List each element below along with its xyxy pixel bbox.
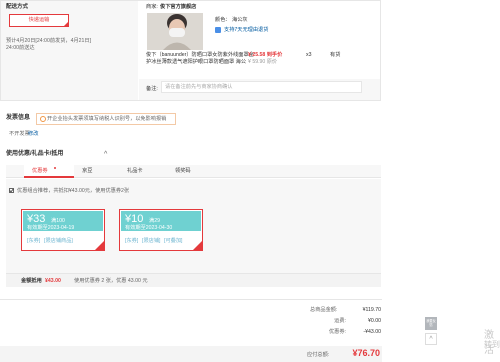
remark-input[interactable]: 请在备注前先与商家协商确认 — [161, 81, 362, 93]
coupon-card-2-tag-3: [可叠加] — [164, 238, 183, 244]
coupon-summary-amount: ¥43.00 — [45, 278, 61, 284]
total-row-3-value: -¥43.00 — [363, 329, 381, 335]
total-row-2-value: ¥0.00 — [368, 318, 381, 324]
express-delivery-button[interactable]: 快递运输 — [9, 14, 69, 27]
feedback-button[interactable]: 我要反馈 — [425, 317, 437, 330]
express-delivery-label: 快递运输 — [28, 17, 50, 23]
coupon-card-2-tag-2: [限店铺] — [142, 238, 161, 244]
coupon-summary-bar — [6, 273, 381, 287]
coupon-card-1-selected-mark — [95, 241, 104, 250]
coupon-card-1-tag-1: [东券] — [27, 238, 41, 244]
back-to-top-button[interactable]: ^ — [425, 333, 437, 345]
invoice-title: 发票信息 — [6, 115, 31, 121]
coupon-card-1[interactable]: ¥33 满100 有效期至2023-04-19 [东券] [限店铺商品] — [21, 209, 105, 251]
product-price: ¥ 25.58 到手价 — [248, 52, 283, 58]
coupon-card-1-tag-2: [限店铺商品] — [44, 238, 73, 244]
coupon-summary-label: 金额抵用 — [21, 278, 42, 284]
coupon-summary-detail: 使用优惠券 2 张，优惠 43.00 元 — [74, 278, 148, 284]
invoice-current: 不开发票 — [9, 131, 30, 137]
selected-corner-mark — [63, 21, 69, 27]
tab-jingdou[interactable]: 京豆 — [82, 168, 92, 175]
total-row-2-label: 运费: — [334, 318, 346, 324]
chevron-up-icon: ^ — [429, 336, 433, 343]
woman-mask-photo — [147, 13, 203, 50]
info-icon — [40, 116, 46, 122]
coupon-card-1-amount: ¥33 — [27, 213, 46, 225]
combo-checkbox[interactable] — [9, 188, 14, 193]
product-image[interactable] — [147, 13, 203, 50]
color-value: 海公灰 — [232, 17, 248, 23]
combo-text: 优惠组合推荐，共抵扣¥43.00元，使用优惠券2张 — [17, 188, 130, 194]
tab-coupon-dot — [54, 167, 56, 169]
coupon-card-2-expiry: 有效期至2023-04-30 — [125, 225, 173, 231]
invoice-tip: 开企业抬头发票须填写纳税人识别号，以免影响报销 — [36, 113, 176, 125]
delivery-title: 配送方式 — [6, 4, 29, 10]
delivery-eta: 预计4月20日[24:00前发货，4月21日] — [6, 38, 92, 44]
tab-coupon-label: 优惠券 — [32, 168, 48, 174]
total-row-1-label: 总商品金额: — [310, 307, 338, 313]
invoice-tip-text: 开企业抬头发票须填写纳税人识别号，以免影响报销 — [47, 116, 167, 122]
product-orig-price: ¥ 59.90 原价 — [248, 59, 278, 65]
coupon-card-2-selected-mark — [193, 241, 202, 250]
coupon-toggle-icon[interactable]: ^ — [104, 151, 107, 160]
product-qty: x3 — [306, 52, 312, 58]
delivery-note: 24:00前送达 — [6, 45, 35, 51]
product-stock: 有货 — [330, 52, 341, 58]
seller-label: 商家: — [146, 4, 158, 10]
payable-value: ¥76.70 — [352, 348, 380, 358]
coupon-card-2-amount: ¥10 — [125, 213, 144, 225]
coupon-card-2-cond: 满29 — [149, 218, 160, 224]
coupon-card-2-tag-1: [东券] — [125, 238, 139, 244]
service-icon — [215, 27, 221, 33]
coupon-section-title: 使用优惠/礼品卡/抵用 — [6, 151, 64, 157]
tab-giftcard[interactable]: 礼品卡 — [127, 168, 143, 175]
coupon-card-1-cond: 满100 — [51, 218, 65, 224]
check-icon — [9, 188, 14, 193]
total-row-3-label: 优惠券: — [328, 329, 346, 335]
tab-coupon[interactable]: 优惠券 — [24, 165, 74, 178]
remark-placeholder: 请在备注前先与商家协商确认 — [165, 84, 233, 90]
service-text[interactable]: 支持7天无理由退货 — [224, 27, 268, 34]
tab-prize-code[interactable]: 领奖码 — [175, 168, 191, 175]
product-name-line1[interactable]: 俊下（banuunder）防晒口罩女防紫外线面罩全 — [146, 52, 254, 59]
coupon-card-1-expiry: 有效期至2023-04-19 — [27, 225, 75, 231]
product-name-line2[interactable]: 护冰丝薄款透气遮阳护眼口罩防晒面罩 海公 — [146, 59, 246, 66]
feedback-label: 我要反馈 — [426, 319, 436, 327]
invoice-edit-link[interactable]: 修改 — [28, 131, 38, 138]
total-row-1-value: ¥119.70 — [362, 307, 381, 313]
section-divider — [0, 299, 382, 300]
activation-watermark-2: 转到 — [484, 340, 500, 349]
seller-name[interactable]: 俊下官方旗舰店 — [160, 4, 196, 11]
coupon-card-2[interactable]: ¥10 满29 有效期至2023-04-30 [东券] [限店铺] [可叠加] — [119, 209, 203, 251]
remark-label: 备注: — [146, 86, 158, 92]
color-label: 颜色： — [215, 17, 231, 23]
payable-label: 应付总额: — [307, 352, 330, 358]
